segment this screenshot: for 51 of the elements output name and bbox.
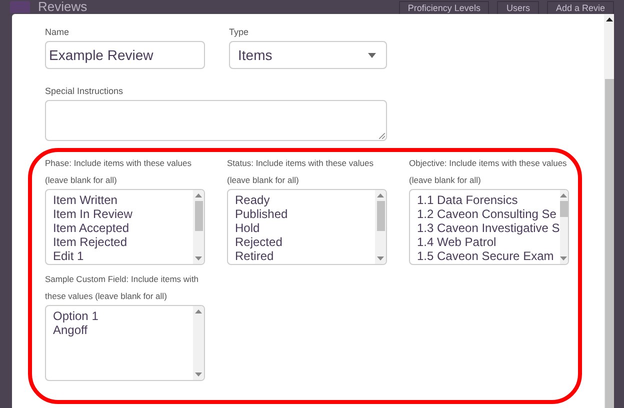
list-option[interactable]: Item Accepted: [53, 221, 193, 235]
filter-label: Objective: Include items with these values (leave blank for all): [409, 157, 568, 187]
list-option[interactable]: Edit 1: [53, 249, 193, 263]
header-button[interactable]: Add a Revie: [546, 1, 614, 14]
field-label: Name: [45, 26, 70, 39]
list-option[interactable]: Rejected: [235, 235, 375, 249]
multi-select-list[interactable]: Option 1 Angoff: [45, 305, 205, 381]
list-option[interactable]: 1.3 Caveon Investigative S: [417, 221, 560, 235]
scroll-thumb[interactable]: [376, 201, 384, 231]
list-option[interactable]: Published: [235, 207, 375, 221]
list-scrollbar[interactable]: [375, 190, 386, 264]
field-label: Special Instructions: [45, 85, 124, 98]
filter-label: Phase: Include items with these values (leave blank for all): [45, 157, 192, 187]
header-button[interactable]: Proficiency Levels: [398, 1, 490, 14]
page-title: Reviews: [38, 0, 88, 14]
list-option[interactable]: 1.1 Data Forensics: [417, 193, 560, 207]
scroll-thumb[interactable]: [604, 79, 614, 408]
scroll-down-icon[interactable]: [560, 256, 568, 261]
field-label: Type: [229, 26, 250, 39]
name-input[interactable]: Example Review: [45, 41, 205, 69]
list-option[interactable]: Option 1: [53, 309, 193, 323]
caret-icon: [368, 52, 376, 58]
scroll-down-icon[interactable]: [377, 256, 384, 261]
modal-scrollbar[interactable]: [604, 14, 614, 408]
type-select[interactable]: Items: [229, 41, 387, 69]
list-option[interactable]: 1.5 Caveon Secure Exam: [417, 249, 560, 263]
multi-select-list[interactable]: Item Written Item In Review Item Accepted Item Rejected Edit 1: [45, 189, 205, 265]
scroll-down-icon[interactable]: [195, 372, 202, 377]
list-scrollbar[interactable]: [560, 190, 568, 264]
header-button[interactable]: Users: [497, 1, 539, 14]
multi-select-list[interactable]: Ready Published Hold Rejected Retired: [227, 189, 387, 265]
scroll-up-icon[interactable]: [606, 17, 612, 22]
list-option[interactable]: Hold: [235, 221, 375, 235]
scroll-thumb[interactable]: [560, 201, 568, 217]
list-option[interactable]: Item Written: [53, 193, 193, 207]
resize-grip-icon[interactable]: [379, 133, 385, 139]
list-option[interactable]: 1.2 Caveon Consulting Se: [417, 207, 560, 221]
list-scrollbar[interactable]: [193, 306, 204, 380]
scroll-thumb[interactable]: [194, 201, 202, 231]
list-option[interactable]: Angoff: [53, 323, 193, 337]
instructions-textarea[interactable]: [45, 100, 387, 141]
multi-select-list[interactable]: 1.1 Data Forensics 1.2 Caveon Consulting Se 1.3 Caveon Investigative S 1.4 Web Patrol 1.5 Caveon Secure Exam: [409, 189, 569, 265]
filter-label: Status: Include items with these values (leave blank for all): [227, 157, 374, 187]
list-option[interactable]: Item In Review: [53, 207, 193, 221]
list-scrollbar[interactable]: [193, 190, 204, 264]
scroll-down-icon[interactable]: [195, 256, 202, 261]
list-option[interactable]: 1.4 Web Patrol: [417, 235, 560, 249]
filter-label: Sample Custom Field: Include items with these values (leave blank for all): [45, 273, 200, 303]
list-option[interactable]: Ready: [235, 193, 375, 207]
list-option[interactable]: Retired: [235, 249, 375, 263]
list-option[interactable]: Item Rejected: [53, 235, 193, 249]
